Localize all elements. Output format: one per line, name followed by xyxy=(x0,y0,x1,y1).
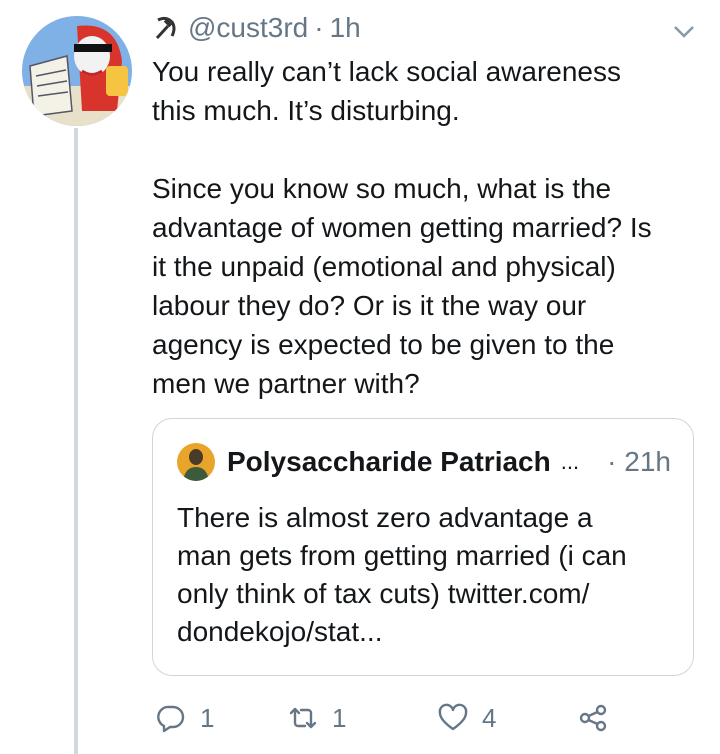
reply-count: 1 xyxy=(200,702,215,733)
tweet-text: You really can’t lack social awareness t… xyxy=(152,52,697,403)
retweet-button[interactable]: 1 xyxy=(288,700,346,736)
tweet-time[interactable]: 1h xyxy=(330,12,361,44)
like-button[interactable]: 4 xyxy=(438,700,496,736)
quoted-tweet[interactable]: Polysaccharide Patriach ... · 21h There … xyxy=(152,418,694,676)
like-icon xyxy=(438,703,468,731)
retweet-count: 1 xyxy=(332,702,347,733)
reply-icon xyxy=(157,705,185,733)
thread-line xyxy=(74,128,78,754)
header-separator: · xyxy=(314,12,324,43)
tweet-header: @cust3rd · 1h xyxy=(152,10,361,46)
quoted-tweet-paragraph: There is almost zero advantage a man get… xyxy=(177,502,627,647)
share-icon xyxy=(579,704,607,732)
tweet-paragraph: Since you know so much, what is the adva… xyxy=(152,173,652,399)
reply-button[interactable]: 1 xyxy=(156,700,214,736)
quoted-tweet-time: · 21h xyxy=(607,446,671,477)
user-avatar[interactable] xyxy=(22,16,132,126)
quoted-name-ellipsis: ... xyxy=(560,449,580,474)
retweet-icon xyxy=(289,707,317,729)
chevron-down-icon[interactable] xyxy=(672,22,696,42)
quoted-tweet-header: Polysaccharide Patriach ... · 21h xyxy=(177,443,671,481)
share-button[interactable] xyxy=(578,700,608,736)
tweet-actions: 1 1 4 xyxy=(152,700,622,736)
hammer-sickle-icon xyxy=(152,14,180,42)
user-handle[interactable]: @cust3rd xyxy=(188,12,308,44)
tweet-paragraph: You really can’t lack social awareness t… xyxy=(152,56,621,126)
like-count: 4 xyxy=(482,702,497,733)
quoted-user-name[interactable]: Polysaccharide Patriach xyxy=(227,446,551,478)
quoted-user-avatar xyxy=(177,443,215,481)
quoted-tweet-text: There is almost zero advantage a man get… xyxy=(177,499,671,651)
